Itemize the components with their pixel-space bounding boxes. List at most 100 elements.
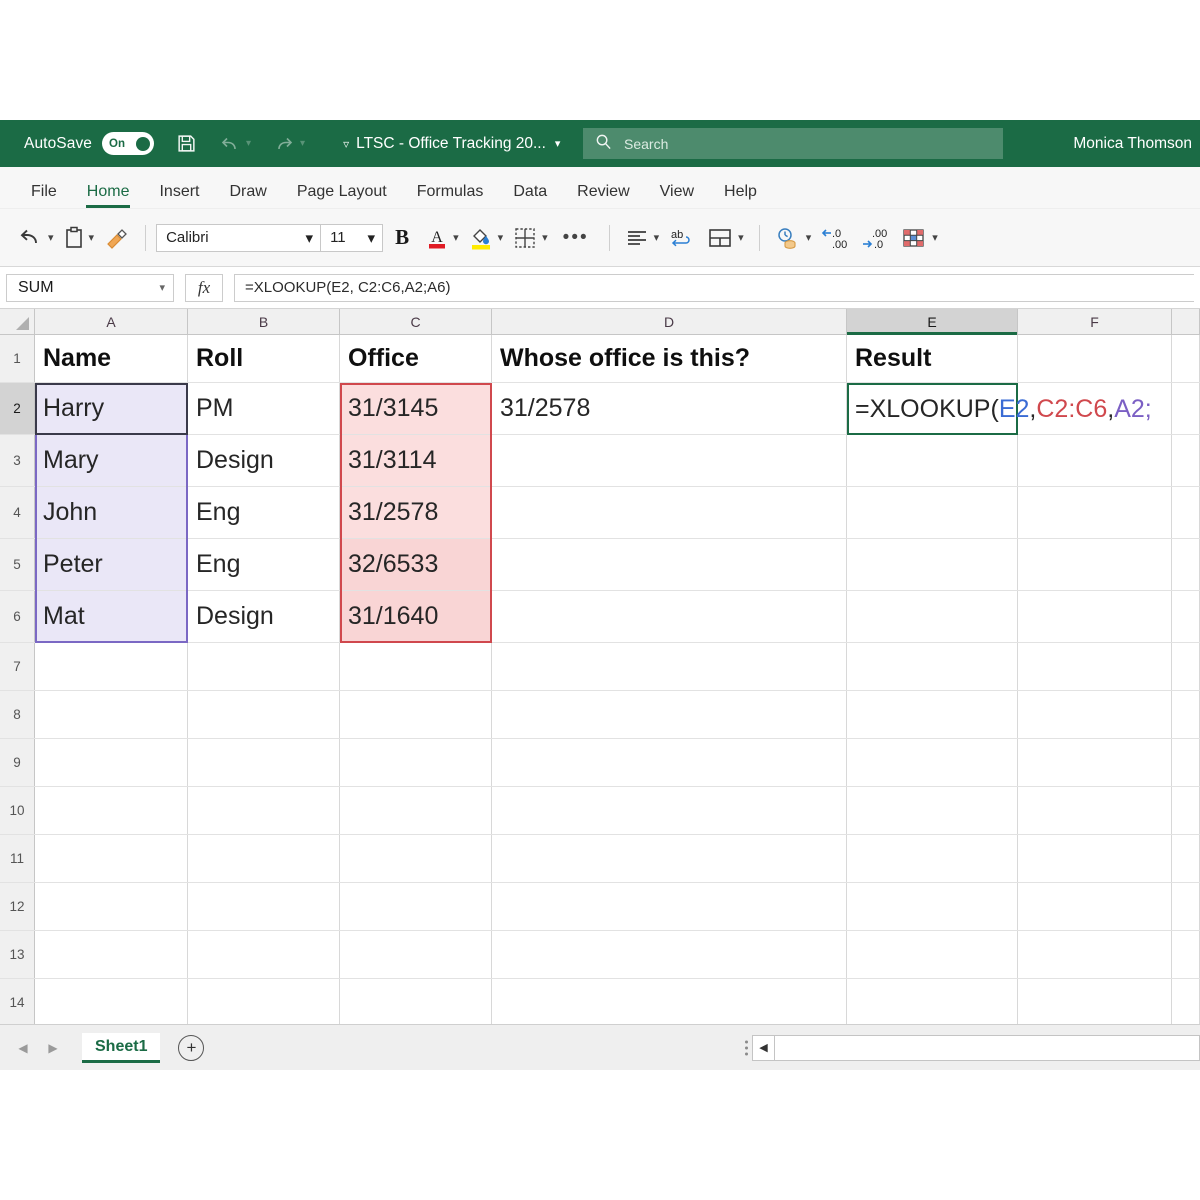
paste-button[interactable]: ▾ [59, 219, 100, 257]
cell-A13[interactable] [35, 931, 188, 978]
ribbon-tab-review[interactable]: Review [562, 183, 644, 208]
cell-D1[interactable]: Whose office is this? [492, 335, 847, 382]
cell-F2[interactable] [1018, 383, 1172, 434]
cell-E6[interactable] [847, 591, 1018, 642]
cell-A2[interactable]: Harry [35, 383, 188, 434]
cell-B3[interactable]: Design [188, 435, 340, 486]
cell-D6[interactable] [492, 591, 847, 642]
cell-B6[interactable]: Design [188, 591, 340, 642]
name-box[interactable]: SUM ▾ [6, 273, 174, 302]
redo-icon[interactable]: ▾ [273, 134, 305, 154]
cell-X5[interactable] [1172, 539, 1200, 590]
chevron-down-icon[interactable]: ▾ [48, 231, 54, 244]
row-header-12[interactable]: 12 [0, 883, 35, 930]
sheet-tab-sheet1[interactable]: Sheet1 [82, 1032, 161, 1063]
cell-X8[interactable] [1172, 691, 1200, 738]
cell-E7[interactable] [847, 643, 1018, 690]
cell-C13[interactable] [340, 931, 492, 978]
cell-A6[interactable]: Mat [35, 591, 188, 642]
row-header-1[interactable]: 1 [0, 335, 35, 382]
cell-D11[interactable] [492, 835, 847, 882]
font-name-select[interactable]: Calibri ▾ [156, 223, 322, 252]
cell-C7[interactable] [340, 643, 492, 690]
cell-styles-button[interactable]: ▾ [896, 219, 943, 257]
cell-F11[interactable] [1018, 835, 1172, 882]
cell-A3[interactable]: Mary [35, 435, 188, 486]
cell-C8[interactable] [340, 691, 492, 738]
column-header-E[interactable]: E [847, 309, 1018, 335]
ribbon-tab-view[interactable]: View [645, 183, 709, 208]
cell-C6[interactable]: 31/1640 [340, 591, 492, 642]
chevron-down-icon[interactable]: ▾ [932, 231, 938, 244]
formula-input[interactable]: =XLOOKUP(E2, C2:C6,A2;A6) [234, 273, 1194, 302]
undo-dropdown-caret[interactable]: ▾ [246, 138, 251, 149]
cell-C4[interactable]: 31/2578 [340, 487, 492, 538]
cell-E3[interactable] [847, 435, 1018, 486]
chevron-down-icon[interactable]: ▾ [306, 229, 314, 247]
ribbon-tab-help[interactable]: Help [709, 183, 772, 208]
cell-E9[interactable] [847, 739, 1018, 786]
drag-grip-icon[interactable] [745, 1040, 748, 1055]
column-header-F[interactable]: F [1018, 309, 1172, 334]
cell-X4[interactable] [1172, 487, 1200, 538]
document-title-caret-icon[interactable]: ▾ [555, 137, 561, 150]
cell-X1[interactable] [1172, 335, 1200, 382]
cell-A10[interactable] [35, 787, 188, 834]
row-header-4[interactable]: 4 [0, 487, 35, 538]
ribbon-tab-data[interactable]: Data [498, 183, 562, 208]
row-header-7[interactable]: 7 [0, 643, 35, 690]
cell-D10[interactable] [492, 787, 847, 834]
cell-B7[interactable] [188, 643, 340, 690]
row-header-13[interactable]: 13 [0, 931, 35, 978]
cell-B13[interactable] [188, 931, 340, 978]
row-header-8[interactable]: 8 [0, 691, 35, 738]
cell-C5[interactable]: 32/6533 [340, 539, 492, 590]
font-size-select[interactable]: 11 ▾ [321, 223, 384, 252]
cell-E4[interactable] [847, 487, 1018, 538]
cell-B2[interactable]: PM [188, 383, 340, 434]
undo-button[interactable]: ▾ [12, 219, 59, 257]
cell-F7[interactable] [1018, 643, 1172, 690]
cell-A7[interactable] [35, 643, 188, 690]
cell-D13[interactable] [492, 931, 847, 978]
cell-D7[interactable] [492, 643, 847, 690]
chevron-down-icon[interactable]: ▾ [89, 231, 95, 244]
cell-A5[interactable]: Peter [35, 539, 188, 590]
cell-E11[interactable] [847, 835, 1018, 882]
cell-E14[interactable] [847, 979, 1018, 1024]
column-header-C[interactable]: C [340, 309, 492, 334]
cell-X13[interactable] [1172, 931, 1200, 978]
fill-color-button[interactable]: ▾ [464, 219, 509, 257]
row-header-2[interactable]: 2 [0, 383, 35, 434]
cell-B10[interactable] [188, 787, 340, 834]
cell-D8[interactable] [492, 691, 847, 738]
cell-C12[interactable] [340, 883, 492, 930]
cell-F8[interactable] [1018, 691, 1172, 738]
row-header-3[interactable]: 3 [0, 435, 35, 486]
row-header-14[interactable]: 14 [0, 979, 35, 1024]
cell-B4[interactable]: Eng [188, 487, 340, 538]
chevron-down-icon[interactable]: ▾ [498, 231, 504, 244]
cell-B5[interactable]: Eng [188, 539, 340, 590]
cell-A8[interactable] [35, 691, 188, 738]
cell-B14[interactable] [188, 979, 340, 1024]
cell-A1[interactable]: Name [35, 335, 188, 382]
cell-A4[interactable]: John [35, 487, 188, 538]
cell-F10[interactable] [1018, 787, 1172, 834]
column-header-A[interactable]: A [35, 309, 188, 334]
search-input[interactable] [624, 135, 954, 152]
cell-D3[interactable] [492, 435, 847, 486]
cell-E5[interactable] [847, 539, 1018, 590]
cell-A9[interactable] [35, 739, 188, 786]
cell-X14[interactable] [1172, 979, 1200, 1024]
cell-B12[interactable] [188, 883, 340, 930]
row-header-10[interactable]: 10 [0, 787, 35, 834]
cell-F4[interactable] [1018, 487, 1172, 538]
cell-F12[interactable] [1018, 883, 1172, 930]
chevron-down-icon[interactable]: ▾ [453, 231, 459, 244]
insert-function-button[interactable]: fx [185, 273, 223, 302]
document-title[interactable]: ▿ LTSC - Office Tracking 20... ▾ [343, 135, 560, 153]
cell-C1[interactable]: Office [340, 335, 492, 382]
next-sheet-button[interactable]: ▶ [40, 1035, 66, 1061]
chevron-down-icon[interactable]: ▾ [542, 231, 548, 244]
